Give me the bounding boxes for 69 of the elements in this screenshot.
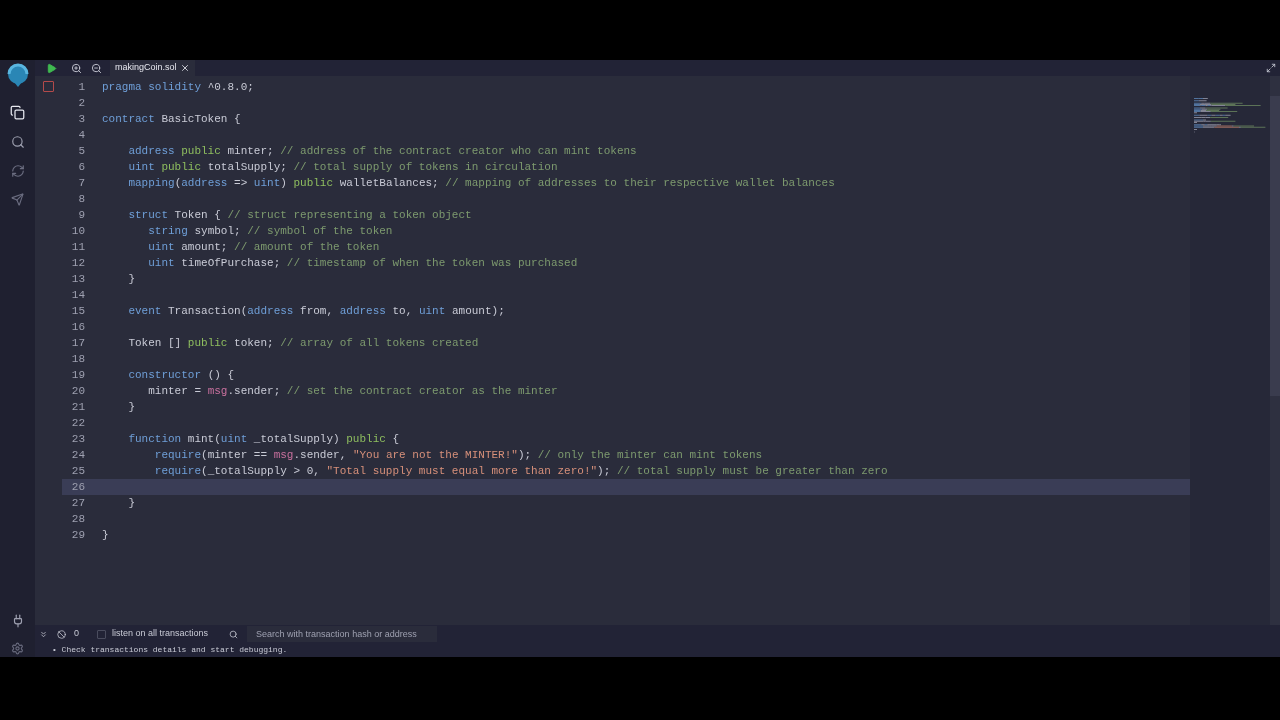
code-line: } bbox=[127, 495, 135, 511]
line-number: 14 bbox=[70, 287, 85, 303]
code-line: string symbol; // symbol of the token bbox=[147, 223, 393, 239]
zoom-out-icon[interactable] bbox=[91, 62, 102, 74]
deploy-icon[interactable] bbox=[11, 193, 24, 206]
line-number: 13 bbox=[70, 271, 85, 287]
compiler-icon[interactable] bbox=[10, 164, 25, 178]
line-number: 15 bbox=[70, 303, 85, 319]
line-number: 1 bbox=[77, 79, 85, 95]
line-number: 19 bbox=[70, 367, 85, 383]
code-line: require(_totalSupply > 0, "Total supply must equal more than zero!"); // total supply must be greater than zero bbox=[153, 463, 888, 479]
code-line: Token [] public token; // array of all tokens created bbox=[127, 335, 479, 351]
code-line: contract BasicToken { bbox=[102, 111, 241, 127]
clear-icon[interactable] bbox=[57, 629, 66, 639]
search-icon[interactable] bbox=[10, 135, 25, 149]
line-number: 21 bbox=[70, 399, 85, 415]
code-line: pragma solidity ^0.8.0; bbox=[102, 79, 254, 95]
code-line: function mint(uint _totalSupply) public { bbox=[127, 431, 400, 447]
code-line: mapping(address => uint) public walletBalances; // mapping of addresses to their respective wallet balances bbox=[127, 175, 835, 191]
line-number: 2 bbox=[77, 95, 85, 111]
line-number: 4 bbox=[77, 127, 85, 143]
code-line: uint amount; // amount of the token bbox=[147, 239, 380, 255]
line-number: 20 bbox=[70, 383, 85, 399]
line-number: 25 bbox=[70, 463, 85, 479]
line-number: 11 bbox=[70, 239, 85, 255]
code-line: struct Token { // struct representing a token object bbox=[127, 207, 472, 223]
code-line: require(minter == msg.sender, "You are not the MINTER!"); // only the minter can mint tokens bbox=[153, 447, 763, 463]
code-line: uint timeOfPurchase; // timestamp of when the token was purchased bbox=[147, 255, 578, 271]
listen-checkbox[interactable] bbox=[97, 629, 106, 639]
search-icon[interactable] bbox=[229, 629, 239, 639]
run-icon[interactable] bbox=[46, 62, 57, 74]
line-number: 22 bbox=[70, 415, 85, 431]
error-marker-icon bbox=[43, 81, 54, 92]
line-number: 10 bbox=[70, 223, 85, 239]
line-number: 29 bbox=[70, 527, 85, 543]
zoom-in-icon[interactable] bbox=[71, 62, 82, 74]
terminal-message: • Check transactions details and start debugging. bbox=[52, 644, 288, 656]
code-line: } bbox=[102, 527, 109, 543]
line-number: 27 bbox=[70, 495, 85, 511]
line-number: 6 bbox=[77, 159, 85, 175]
line-number: 28 bbox=[70, 511, 85, 527]
listen-label: listen on all transactions bbox=[112, 627, 209, 641]
line-number: 9 bbox=[77, 207, 85, 223]
code-line: } bbox=[127, 271, 135, 287]
file-explorer-icon[interactable] bbox=[10, 105, 25, 120]
line-number: 5 bbox=[77, 143, 85, 159]
code-line: constructor () { bbox=[127, 367, 235, 383]
file-tab[interactable]: makingCoin.sol bbox=[110, 60, 195, 76]
expand-icon[interactable] bbox=[1266, 63, 1276, 73]
line-number: 26 bbox=[70, 479, 85, 495]
line-number: 3 bbox=[77, 111, 85, 127]
transaction-search-field[interactable]: Search with transaction hash or address bbox=[247, 626, 438, 642]
line-number: 7 bbox=[77, 175, 85, 191]
line-number: 16 bbox=[70, 319, 85, 335]
line-number: 8 bbox=[77, 191, 85, 207]
code-line: } bbox=[127, 399, 135, 415]
code-line: address public minter; // address of the contract creator who can mint tokens bbox=[127, 143, 637, 159]
code-line: uint public totalSupply; // total supply of tokens in circulation bbox=[127, 159, 558, 175]
line-number: 24 bbox=[70, 447, 85, 463]
line-number: 17 bbox=[70, 335, 85, 351]
line-number: 23 bbox=[70, 431, 85, 447]
close-icon[interactable] bbox=[179, 63, 190, 73]
line-number: 18 bbox=[70, 351, 85, 367]
code-line: event Transaction(address from, address to, uint amount); bbox=[127, 303, 505, 319]
code-line: minter = msg.sender; // set the contract creator as the minter bbox=[147, 383, 558, 399]
settings-icon[interactable] bbox=[11, 642, 24, 655]
collapse-icon[interactable] bbox=[39, 629, 48, 639]
transaction-count: 0 bbox=[74, 627, 79, 641]
line-number: 12 bbox=[70, 255, 85, 271]
